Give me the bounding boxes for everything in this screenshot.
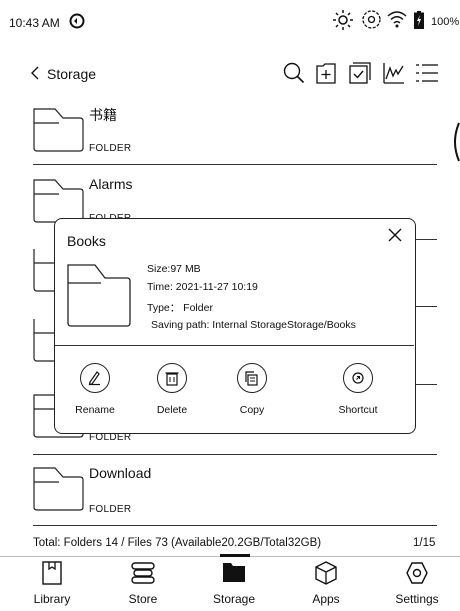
brightness-icon[interactable] <box>332 9 354 31</box>
info-size: Size:97 MB <box>147 263 201 275</box>
nav-settings[interactable]: Settings <box>382 561 452 609</box>
nav-library[interactable]: Library <box>17 561 87 609</box>
delete-button[interactable]: Delete <box>137 361 207 421</box>
library-icon <box>42 561 62 585</box>
list-item[interactable]: 书籍 FOLDER <box>0 96 450 163</box>
battery-icon <box>414 11 424 29</box>
nav-apps-label: Apps <box>312 592 340 606</box>
info-time: Time: 2021-11-27 10:19 <box>147 281 258 293</box>
store-icon <box>131 562 155 584</box>
multi-select-icon[interactable] <box>349 62 371 84</box>
battery-percent: 100% <box>431 16 460 28</box>
refresh-icon[interactable] <box>361 9 382 30</box>
storage-chart-icon[interactable] <box>383 62 405 84</box>
folder-name: Download <box>89 465 152 481</box>
list-item[interactable]: Download FOLDER <box>0 455 450 521</box>
copy-icon <box>237 363 267 393</box>
active-tab-indicator <box>220 554 250 557</box>
shortcut-label: Shortcut <box>338 404 378 416</box>
divider <box>416 239 437 240</box>
status-time: 10:43 AM <box>9 16 60 30</box>
nav-settings-label: Settings <box>395 592 439 606</box>
folder-name: Alarms <box>89 176 133 192</box>
settings-icon <box>405 561 429 585</box>
back-chevron-icon[interactable] <box>30 66 40 80</box>
page-indicator[interactable]: 1/15 <box>413 537 435 549</box>
folder-name: 书籍 <box>89 107 117 123</box>
shortcut-button[interactable]: Shortcut <box>323 361 393 421</box>
list-item[interactable]: Alarms FOLDER <box>0 165 450 225</box>
search-icon[interactable] <box>283 62 305 84</box>
folder-icon <box>33 246 55 292</box>
close-icon[interactable] <box>388 228 402 242</box>
folder-icon <box>33 465 84 511</box>
sync-icon <box>69 13 85 29</box>
divider <box>33 525 437 526</box>
copy-label: Copy <box>239 404 265 416</box>
apps-cube-icon <box>315 561 337 585</box>
rename-icon <box>80 363 110 393</box>
nav-store[interactable]: Store <box>108 561 178 609</box>
folder-type: FOLDER <box>89 143 132 154</box>
nav-apps[interactable]: Apps <box>291 561 361 609</box>
storage-folder-icon <box>223 562 245 582</box>
list-view-icon[interactable] <box>416 63 438 83</box>
nav-storage[interactable]: Storage <box>199 561 269 609</box>
info-path: Saving path: Internal StorageStorage/Boo… <box>151 319 356 331</box>
nav-store-label: Store <box>128 592 158 606</box>
trash-icon <box>157 363 187 393</box>
dialog-divider <box>55 345 414 346</box>
divider <box>416 306 437 307</box>
folder-icon <box>33 316 55 362</box>
new-folder-icon[interactable] <box>316 62 336 84</box>
folder-icon <box>33 106 84 152</box>
status-bar: 10:43 AM 100% <box>0 0 460 44</box>
delete-label: Delete <box>156 404 188 416</box>
nav-storage-label: Storage <box>212 592 256 606</box>
folder-details-dialog: Books Size:97 MB Time: 2021-11-27 10:19 … <box>54 218 416 434</box>
folder-preview-icon <box>67 261 131 327</box>
wifi-icon[interactable] <box>387 10 407 28</box>
dialog-title: Books <box>67 233 106 249</box>
divider <box>416 384 437 385</box>
rename-button[interactable]: Rename <box>60 361 130 421</box>
folder-icon <box>33 177 84 223</box>
copy-button[interactable]: Copy <box>217 361 287 421</box>
nav-library-label: Library <box>33 592 71 606</box>
shortcut-icon <box>343 363 373 393</box>
storage-summary: Total: Folders 14 / Files 73 (Available2… <box>33 537 322 549</box>
info-type: Type： Folder <box>147 302 213 314</box>
page-title[interactable]: Storage <box>47 66 96 82</box>
folder-type: FOLDER <box>89 504 132 515</box>
rename-label: Rename <box>75 404 115 416</box>
